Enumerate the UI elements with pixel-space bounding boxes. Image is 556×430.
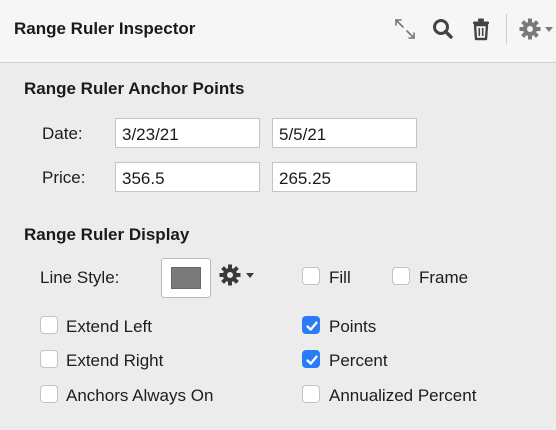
header-separator xyxy=(506,14,507,44)
fill-label: Fill xyxy=(329,268,351,287)
anchors-always-on-label: Anchors Always On xyxy=(66,386,214,405)
start-price-field[interactable] xyxy=(115,162,260,192)
line-color-swatch xyxy=(171,267,201,289)
extend-left-label: Extend Left xyxy=(66,317,153,336)
extend-right-checkbox[interactable] xyxy=(40,350,58,368)
checkmark-icon xyxy=(306,355,318,365)
anchors-always-on-checkbox[interactable] xyxy=(40,385,58,403)
annualized-percent-label: Annualized Percent xyxy=(329,386,477,405)
price-label: Price: xyxy=(42,168,86,187)
start-date-field[interactable] xyxy=(115,118,260,148)
gear-icon[interactable] xyxy=(518,16,556,42)
trash-icon[interactable] xyxy=(471,16,491,42)
display-title: Range Ruler Display xyxy=(24,225,190,244)
search-icon[interactable] xyxy=(431,16,455,42)
checkmark-icon xyxy=(306,321,318,331)
line-color-button[interactable] xyxy=(161,258,211,298)
anchor-points-title: Range Ruler Anchor Points xyxy=(24,79,245,98)
percent-checkbox[interactable] xyxy=(302,350,320,368)
fill-checkbox[interactable] xyxy=(302,267,320,285)
inspector-title: Range Ruler Inspector xyxy=(14,19,196,38)
line-style-label: Line Style: xyxy=(40,268,120,287)
points-label: Points xyxy=(329,317,377,336)
annualized-percent-checkbox[interactable] xyxy=(302,385,320,403)
extend-left-checkbox[interactable] xyxy=(40,316,58,334)
end-date-field[interactable] xyxy=(272,118,417,148)
frame-label: Frame xyxy=(419,268,469,287)
end-price-field[interactable] xyxy=(272,162,417,192)
inspector-header: Range Ruler Inspector xyxy=(0,0,556,63)
extend-right-label: Extend Right xyxy=(66,351,164,370)
line-style-gear-icon[interactable] xyxy=(218,262,260,288)
frame-checkbox[interactable] xyxy=(392,267,410,285)
date-label: Date: xyxy=(42,124,83,143)
points-checkbox[interactable] xyxy=(302,316,320,334)
percent-label: Percent xyxy=(329,351,388,370)
resize-icon[interactable] xyxy=(392,16,418,42)
